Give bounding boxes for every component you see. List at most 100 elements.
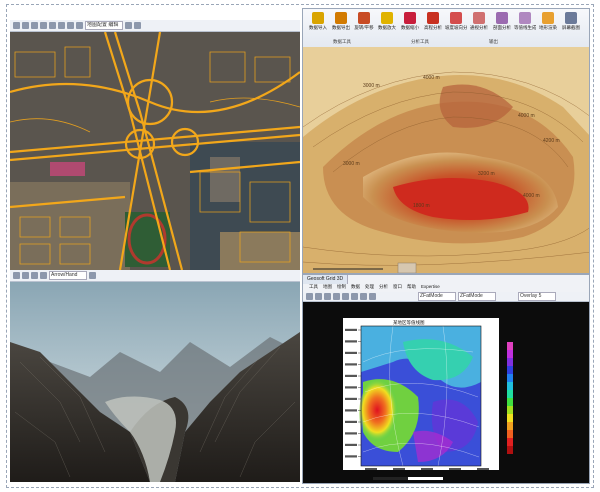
- menu-item-7[interactable]: 帮助: [407, 284, 416, 292]
- menu-item-1[interactable]: 地图: [323, 284, 332, 292]
- contour-icon[interactable]: [360, 293, 367, 300]
- menu-bar: 工具 地图 绘制 数据 处理 分析 窗口 帮助 Expertise: [303, 284, 589, 292]
- contour-label: 4000 m: [523, 193, 540, 199]
- zoom-icon[interactable]: [333, 293, 340, 300]
- print-icon[interactable]: [369, 293, 376, 300]
- ribbon-button-label: 坡度坡向分析: [445, 25, 467, 30]
- mode-dropdown-a[interactable]: ZFatMode: [418, 292, 456, 301]
- ribbon-button-label: 屏幕截图: [562, 25, 580, 30]
- ribbon-button-label: 剖面分析: [493, 25, 511, 30]
- nav-last-icon[interactable]: [40, 272, 47, 279]
- ribbon-button-8[interactable]: 剖面分析: [491, 12, 513, 31]
- map-tool-field[interactable]: Arrow/Hand: [49, 271, 87, 280]
- colorbar-swatch: [507, 446, 513, 454]
- pencil-icon[interactable]: [315, 293, 322, 300]
- select-icon[interactable]: [58, 22, 65, 29]
- colorbar-swatch: [507, 406, 513, 414]
- plot-title: 某地区等值线图: [393, 320, 425, 325]
- menu-item-8[interactable]: Expertise: [421, 284, 440, 292]
- grid-icon[interactable]: [342, 293, 349, 300]
- colorbar-swatch: [507, 390, 513, 398]
- y-tick-label: [345, 340, 357, 343]
- colorbar-swatch: [507, 358, 513, 366]
- zoom-in-icon[interactable]: [31, 22, 38, 29]
- ribbon-tool-icon: [404, 12, 416, 24]
- ribbon-tool-icon: [427, 12, 439, 24]
- overlay-dropdown[interactable]: Overlay 5: [518, 292, 556, 301]
- nav-prev-icon[interactable]: [22, 272, 29, 279]
- ribbon-button-1[interactable]: 数据导出: [330, 12, 352, 31]
- ribbon-button-10[interactable]: 地形渲染: [537, 12, 559, 31]
- ribbon-button-label: 等值线生成: [514, 25, 536, 30]
- contour-label: 3200 m: [478, 171, 495, 177]
- terrain-3d-canvas[interactable]: [10, 282, 300, 482]
- save-icon[interactable]: [22, 22, 29, 29]
- contour-label: 4000 m: [518, 113, 535, 119]
- ribbon-group-label: 数据工具: [333, 39, 351, 44]
- ribbon-button-label: 数据缩小: [401, 25, 419, 30]
- ribbon-button-4[interactable]: 数据缩小: [399, 12, 421, 31]
- ribbon-button-6[interactable]: 坡度坡向分析: [445, 12, 467, 31]
- ribbon-tool-icon: [496, 12, 508, 24]
- y-tick-label: [345, 328, 357, 331]
- ribbon-button-label: 通视分析: [470, 25, 488, 30]
- menu-item-5[interactable]: 分析: [379, 284, 388, 292]
- layer-icon[interactable]: [76, 22, 83, 29]
- red-roof-building: [50, 162, 85, 176]
- menu-item-3[interactable]: 数据: [351, 284, 360, 292]
- menu-item-2[interactable]: 绘制: [337, 284, 346, 292]
- edit-icon[interactable]: [125, 22, 132, 29]
- zoom-out-icon[interactable]: [40, 22, 47, 29]
- colorbar-swatch: [507, 374, 513, 382]
- colorbar-swatch: [507, 438, 513, 446]
- colorbar-swatch: [507, 342, 513, 350]
- open-icon[interactable]: [13, 22, 20, 29]
- mode-dropdown-b[interactable]: ZFatMode: [458, 292, 496, 301]
- ribbon-button-label: 数据放大: [378, 25, 396, 30]
- y-tick-label: [345, 386, 357, 389]
- contour-label: 4200 m: [543, 138, 560, 144]
- line-icon[interactable]: [324, 293, 331, 300]
- snap-icon[interactable]: [134, 22, 141, 29]
- x-tick-label: [365, 468, 377, 470]
- menu-item-4[interactable]: 处理: [365, 284, 374, 292]
- plot-viewport[interactable]: 某地区等值线图: [303, 302, 589, 483]
- pointer-icon[interactable]: [306, 293, 313, 300]
- map-inset-icon[interactable]: [397, 262, 417, 273]
- hand-icon[interactable]: [89, 272, 96, 279]
- contour-label: 4000 m: [423, 75, 440, 81]
- vector-map-canvas[interactable]: [10, 32, 300, 270]
- ribbon-button-label: 高程分析: [424, 25, 442, 30]
- x-tick-label: [477, 468, 489, 470]
- y-tick-label: [345, 432, 357, 435]
- y-tick-label: [345, 420, 357, 423]
- ribbon-group-label: 输出: [489, 39, 498, 44]
- y-tick-label: [345, 455, 357, 458]
- ribbon-tool-icon: [312, 12, 324, 24]
- ribbon-toolbar: 数据导入数据导出旋转/平移数据放大数据缩小高程分析坡度坡向分析通视分析剖面分析等…: [303, 9, 589, 48]
- ribbon-button-9[interactable]: 等值线生成: [514, 12, 536, 31]
- ribbon-group-label: 分析工具: [411, 39, 429, 44]
- ribbon-button-label: 数据导入: [309, 25, 327, 30]
- ribbon-button-11[interactable]: 屏幕截图: [560, 12, 582, 31]
- ribbon-tool-icon: [542, 12, 554, 24]
- document-tab[interactable]: Geosoft Grid 3D: [303, 275, 349, 284]
- ribbon-button-0[interactable]: 数据导入: [307, 12, 329, 31]
- terrain-3d-panel: [10, 282, 300, 482]
- map-config-field[interactable]: 地图配置 编辑: [85, 21, 123, 30]
- measure-icon[interactable]: [67, 22, 74, 29]
- menu-item-6[interactable]: 窗口: [393, 284, 402, 292]
- ribbon-tool-icon: [565, 12, 577, 24]
- colorbar-swatch: [507, 350, 513, 358]
- pan-icon[interactable]: [49, 22, 56, 29]
- contour-map-canvas[interactable]: 3000 m 4000 m 4000 m 4200 m 3000 m 1800 m 4000…: [303, 47, 590, 274]
- ribbon-button-3[interactable]: 数据放大: [376, 12, 398, 31]
- ribbon-tool-icon: [473, 12, 485, 24]
- ribbon-button-2[interactable]: 旋转/平移: [353, 12, 375, 31]
- nav-first-icon[interactable]: [13, 272, 20, 279]
- ribbon-button-7[interactable]: 通视分析: [468, 12, 490, 31]
- color-icon[interactable]: [351, 293, 358, 300]
- ribbon-button-5[interactable]: 高程分析: [422, 12, 444, 31]
- menu-item-0[interactable]: 工具: [309, 284, 318, 292]
- nav-next-icon[interactable]: [31, 272, 38, 279]
